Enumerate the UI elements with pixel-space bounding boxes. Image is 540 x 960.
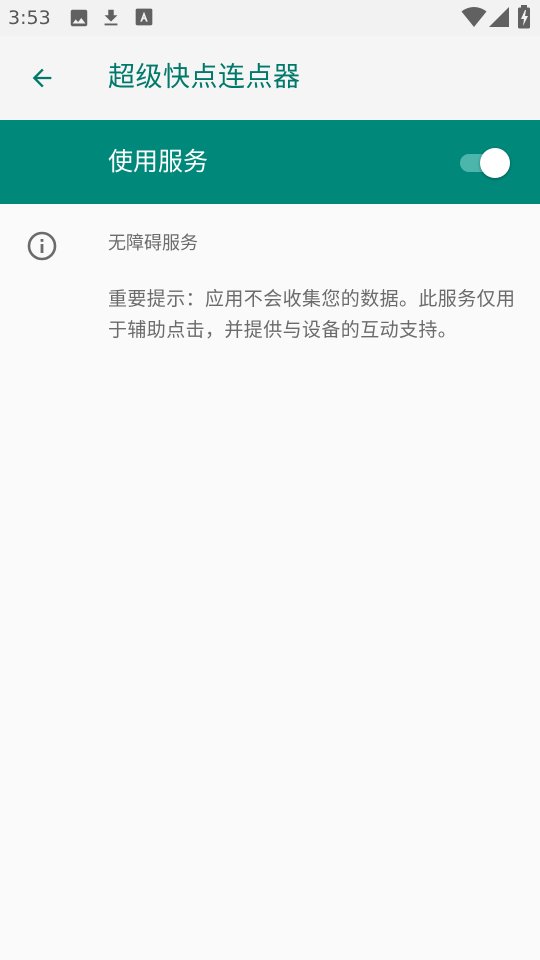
battery-charging-icon [517, 5, 531, 33]
font-icon [134, 7, 154, 31]
download-icon [100, 7, 122, 33]
status-bar: 3:53 [0, 0, 540, 36]
use-service-switch[interactable] [458, 146, 514, 178]
status-time: 3:53 [8, 7, 51, 29]
toolbar: 超级快点连点器 [0, 36, 540, 120]
switch-thumb [480, 148, 510, 178]
use-service-bar[interactable]: 使用服务 [0, 120, 540, 204]
back-button[interactable] [18, 56, 66, 104]
arrow-back-icon [28, 64, 56, 96]
info-icon [26, 230, 58, 262]
page-title: 超级快点连点器 [108, 62, 301, 93]
signal-icon [488, 6, 510, 32]
accessibility-service-title: 无障碍服务 [108, 233, 198, 254]
privacy-notice: 重要提示：应用不会收集您的数据。此服务仅用于辅助点击，并提供与设备的互动支持。 [108, 288, 516, 341]
wifi-icon [461, 6, 487, 32]
image-icon [68, 7, 90, 33]
use-service-label: 使用服务 [108, 147, 209, 176]
